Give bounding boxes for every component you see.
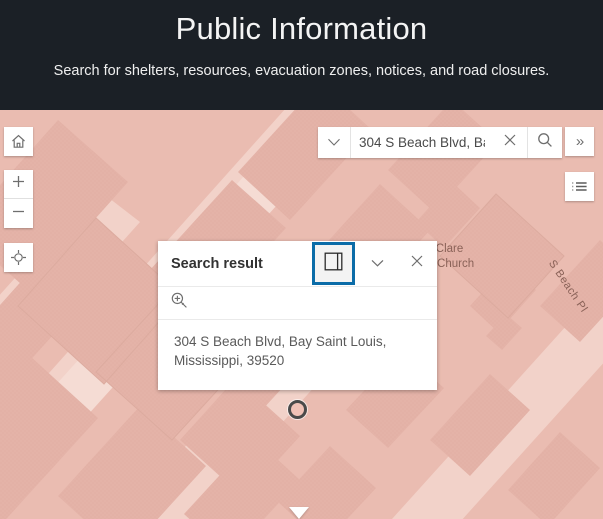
minus-icon — [11, 204, 26, 224]
public-information-map-app: Public Information Search for shelters, … — [0, 0, 603, 519]
search-result-marker[interactable] — [288, 400, 307, 419]
close-icon — [410, 254, 424, 273]
popup-action-bar — [158, 287, 437, 320]
close-icon — [503, 133, 517, 152]
legend-icon — [571, 179, 588, 194]
search-result-popup: Search result 304 S Beach Blvd, Bay Sain… — [158, 241, 437, 519]
search-icon — [537, 132, 553, 153]
search-submit-button[interactable] — [528, 127, 562, 158]
locate-button[interactable] — [4, 243, 33, 272]
zoom-in-button[interactable] — [4, 170, 33, 199]
home-icon — [10, 133, 27, 150]
dock-panel-icon — [324, 252, 343, 276]
expand-tools-button[interactable]: » — [565, 127, 594, 156]
popup-address-line1: 304 S Beach Blvd, Bay Saint Louis, — [174, 334, 387, 349]
popup-header: Search result — [158, 241, 437, 287]
zoom-controls — [4, 170, 33, 228]
locate-icon — [10, 249, 27, 266]
chevron-down-icon — [370, 255, 385, 273]
popup-pointer-tail — [289, 507, 309, 519]
search-widget — [318, 127, 562, 158]
zoom-out-button[interactable] — [4, 199, 33, 228]
search-source-dropdown[interactable] — [318, 127, 351, 158]
popup-address-line2: Mississippi, 39520 — [174, 353, 285, 368]
zoom-to-icon — [170, 291, 189, 315]
page-title: Public Information — [175, 11, 428, 46]
popup-collapse-button[interactable] — [357, 242, 397, 286]
home-button[interactable] — [4, 127, 33, 156]
popup-close-button[interactable] — [397, 242, 437, 286]
map-canvas[interactable]: nt Clare lic Church S Beach Pl 304 S Bea… — [0, 110, 603, 519]
popup-address: 304 S Beach Blvd, Bay Saint Louis, Missi… — [174, 332, 399, 370]
search-input[interactable] — [351, 127, 493, 158]
popup-content: 304 S Beach Blvd, Bay Saint Louis, Missi… — [158, 320, 437, 390]
popup-dock-button[interactable] — [312, 242, 355, 285]
page-subtitle: Search for shelters, resources, evacuati… — [53, 63, 550, 79]
search-clear-button[interactable] — [493, 127, 528, 158]
app-header: Public Information Search for shelters, … — [0, 0, 603, 110]
popup-zoom-to-button[interactable] — [170, 291, 189, 315]
popup-title: Search result — [171, 255, 263, 272]
plus-icon — [11, 174, 26, 194]
chevron-down-icon — [327, 134, 341, 152]
legend-button[interactable] — [565, 172, 594, 201]
